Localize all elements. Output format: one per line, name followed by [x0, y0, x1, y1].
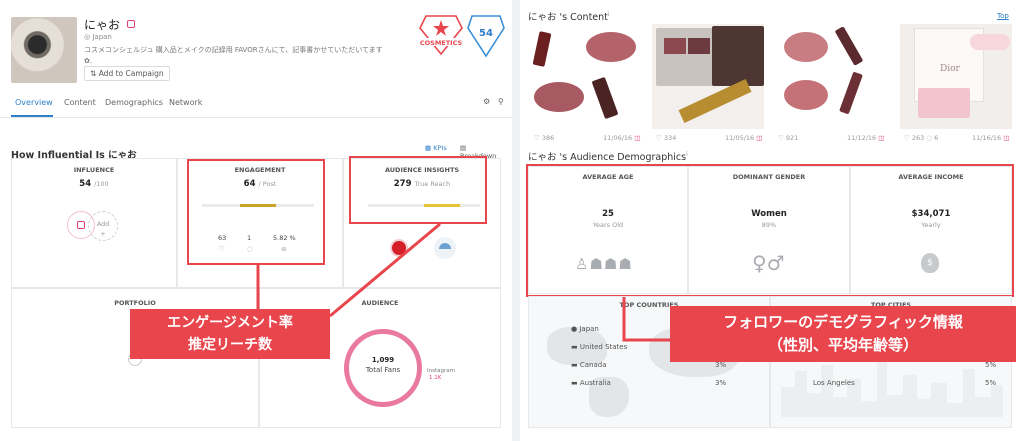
- left-panel: にゃお ◎ Japan コスメコンシェルジュ 購入品とメイクの記録用 FAVOR…: [0, 0, 512, 441]
- callout-left: エンゲージメント率 推定リーチ数: [130, 309, 330, 359]
- right-panel: にゃお 's Contenti Top Dior ♡ 386 11/06/16 …: [520, 0, 1024, 441]
- callout-right-line2: （性別、平均年齢等）: [767, 336, 918, 354]
- callout-right: フォロワーのデモグラフィック情報 （性別、平均年齢等）: [670, 306, 1016, 362]
- callout-connectors: [256, 222, 441, 318]
- callout-left-line1: エンゲージメント率: [167, 315, 293, 331]
- callout-right-line1: フォロワーのデモグラフィック情報: [723, 313, 963, 331]
- panel-gap: [512, 0, 520, 441]
- callout-right-connector: [622, 297, 670, 342]
- callout-left-line2: 推定リーチ数: [188, 337, 272, 353]
